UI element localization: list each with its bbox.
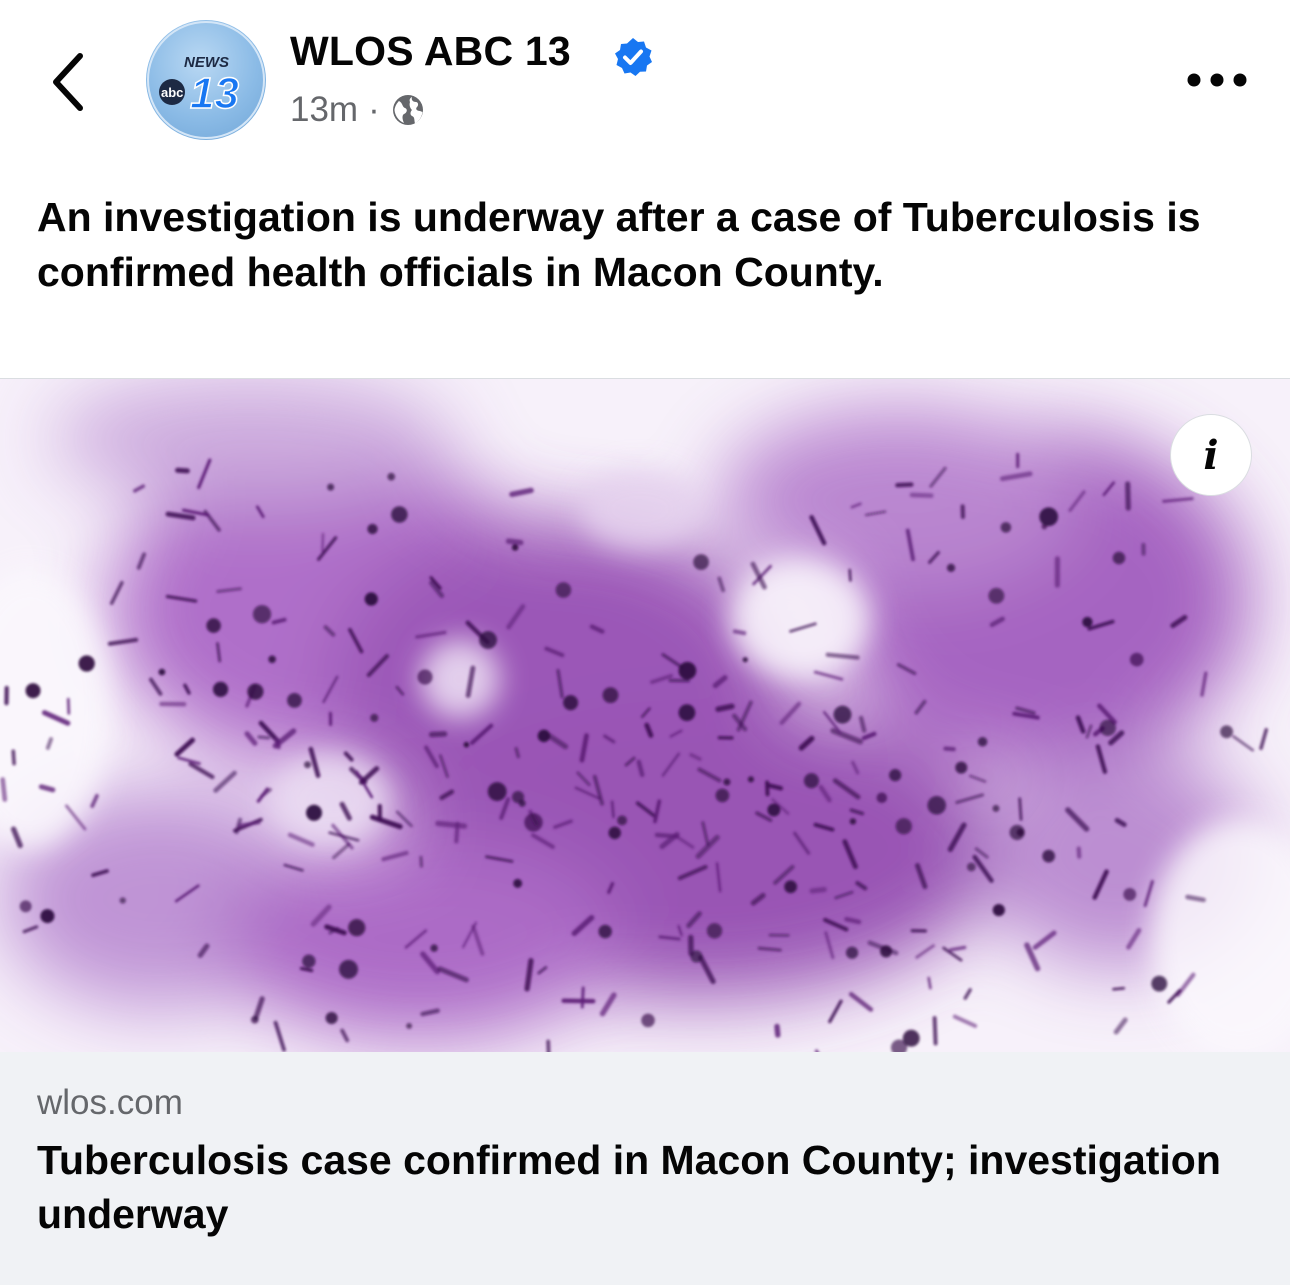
microscopy-image (0, 379, 1290, 1053)
svg-text:13: 13 (190, 69, 239, 118)
info-button[interactable]: i (1170, 414, 1252, 496)
more-options-button[interactable] (1182, 60, 1252, 100)
verified-badge-icon (615, 38, 652, 76)
post-header: NEWS abc 13 WLOS ABC 13 13m · (0, 0, 1290, 170)
link-title[interactable]: Tuberculosis case confirmed in Macon Cou… (37, 1133, 1237, 1241)
globe-icon (392, 95, 423, 125)
svg-text:abc: abc (161, 85, 183, 100)
page-name[interactable]: WLOS ABC 13 (290, 28, 571, 75)
meta-separator: · (368, 90, 380, 129)
post-meta: 13m · (290, 90, 426, 130)
page-avatar[interactable]: NEWS abc 13 (146, 20, 266, 140)
news-13-logo: NEWS abc 13 (147, 21, 265, 139)
info-icon: i (1203, 431, 1219, 479)
post-text: An investigation is underway after a cas… (37, 194, 1201, 295)
chevron-left-icon (53, 53, 83, 111)
link-domain: wlos.com (37, 1083, 183, 1122)
back-button[interactable] (38, 40, 102, 124)
more-dots-icon (1187, 73, 1247, 87)
post-timestamp[interactable]: 13m (290, 90, 358, 130)
link-preview-image[interactable] (0, 378, 1290, 1053)
